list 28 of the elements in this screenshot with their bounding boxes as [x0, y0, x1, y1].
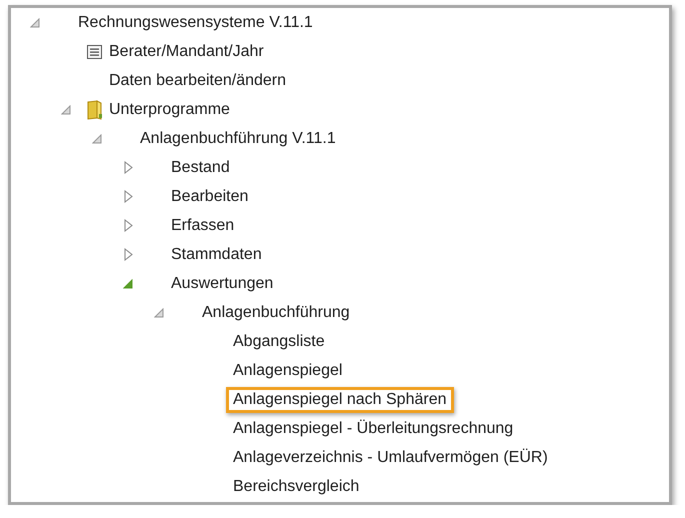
expand-arrow-icon[interactable] — [124, 190, 132, 203]
tree-item[interactable]: Rechnungswesensysteme V.11.1 — [71, 10, 320, 36]
tree-item[interactable]: Anlagenspiegel - Überleitungsrechnung — [226, 416, 520, 442]
tree-item[interactable]: Abgangsliste — [226, 328, 332, 354]
collapse-arrow-icon[interactable] — [154, 308, 164, 318]
tree-item[interactable]: Anlagenspiegel — [226, 358, 350, 384]
expand-arrow-icon[interactable] — [124, 219, 132, 232]
tree-item[interactable]: Daten bearbeiten/ändern — [102, 68, 294, 94]
expand-arrow-icon[interactable] — [124, 161, 132, 174]
tree-item[interactable]: Anlagenbuchführung V.11.1 — [133, 126, 343, 152]
tree-item[interactable]: Erfassen — [164, 212, 242, 238]
tree-item[interactable]: Anlagenspiegel nach Sphären — [226, 386, 454, 412]
collapse-arrow-icon[interactable] — [30, 18, 40, 28]
tree-item[interactable]: Bereichsvergleich — [226, 474, 366, 500]
tree-item[interactable]: Bestand — [164, 154, 237, 180]
collapse-arrow-icon[interactable] — [123, 278, 133, 288]
collapse-arrow-icon[interactable] — [92, 134, 102, 144]
tree-item[interactable]: Berater/Mandant/Jahr — [102, 38, 271, 64]
tree-item[interactable]: Anlageverzeichnis - Umlaufvermögen (EÜR) — [226, 444, 555, 470]
tree-item[interactable]: Auswertungen — [164, 270, 280, 296]
folder-icon — [86, 100, 102, 120]
expand-arrow-icon[interactable] — [124, 248, 132, 261]
tree-item[interactable]: Anlagenbuchführung — [195, 300, 357, 326]
tree-item[interactable]: Stammdaten — [164, 242, 269, 268]
tree-item[interactable]: Unterprogramme — [102, 96, 237, 122]
tree-item[interactable]: Bearbeiten — [164, 184, 256, 210]
list-icon — [87, 44, 102, 58]
collapse-arrow-icon[interactable] — [61, 104, 71, 114]
